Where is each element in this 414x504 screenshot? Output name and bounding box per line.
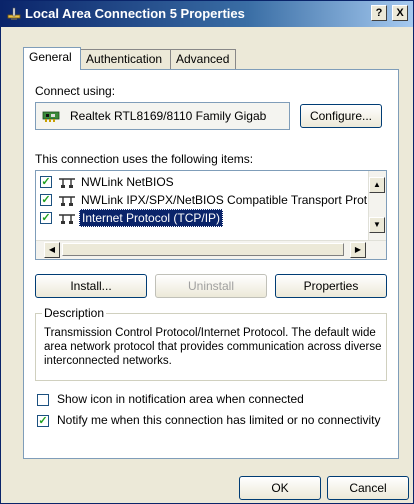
description-groupbox: Description Transmission Control Protoco… bbox=[35, 306, 387, 381]
uninstall-button[interactable]: Uninstall bbox=[155, 274, 267, 298]
item-checkbox[interactable]: ✓ bbox=[40, 176, 52, 188]
show-icon-label[interactable]: Show icon in notification area when conn… bbox=[57, 392, 304, 406]
window-title: Local Area Connection 5 Properties bbox=[25, 6, 245, 21]
adapter-box: Realtek RTL8169/8110 Family Gigab bbox=[35, 102, 290, 130]
scroll-up-icon[interactable]: ▲ bbox=[369, 177, 385, 193]
network-card-icon bbox=[42, 111, 60, 122]
configure-button[interactable]: Configure... bbox=[300, 104, 382, 128]
notify-label[interactable]: Notify me when this connection has limit… bbox=[57, 413, 381, 427]
item-checkbox[interactable]: ✓ bbox=[40, 194, 52, 206]
notify-checkbox[interactable]: ✓ bbox=[37, 415, 49, 427]
scroll-right-icon[interactable]: ▶ bbox=[350, 242, 366, 258]
connect-using-label: Connect using: bbox=[35, 84, 116, 98]
item-label: Internet Protocol (TCP/IP) bbox=[79, 209, 224, 227]
list-item[interactable]: ✓ NWLink IPX/SPX/NetBIOS Compatible Tran… bbox=[36, 191, 368, 208]
network-connection-icon bbox=[7, 7, 21, 20]
scroll-thumb[interactable] bbox=[62, 243, 344, 256]
show-icon-checkbox[interactable] bbox=[37, 394, 49, 406]
scroll-left-icon[interactable]: ◀ bbox=[44, 242, 60, 258]
help-button[interactable]: ? bbox=[371, 5, 387, 21]
items-label: This connection uses the following items… bbox=[35, 152, 254, 166]
title-bar[interactable]: Local Area Connection 5 Properties ? X bbox=[1, 1, 413, 27]
network-protocol-icon bbox=[59, 178, 75, 188]
properties-button-label: Properties bbox=[303, 279, 359, 293]
adapter-name: Realtek RTL8169/8110 Family Gigab bbox=[70, 109, 267, 123]
install-button-label: Install... bbox=[70, 279, 112, 293]
ok-button-label: OK bbox=[271, 481, 289, 495]
scroll-down-icon[interactable]: ▼ bbox=[369, 217, 385, 233]
cancel-button-label: Cancel bbox=[349, 481, 387, 495]
properties-dialog: Local Area Connection 5 Properties ? X G… bbox=[0, 0, 414, 504]
item-label: NWLink IPX/SPX/NetBIOS Compatible Transp… bbox=[81, 193, 368, 207]
install-button[interactable]: Install... bbox=[35, 274, 147, 298]
vertical-scrollbar[interactable]: ▲ ▼ bbox=[368, 171, 386, 241]
items-list[interactable]: ✓ NWLink NetBIOS ✓ NWLink IPX/SPX/NetBIO… bbox=[35, 170, 387, 260]
tab-general[interactable]: General bbox=[23, 47, 81, 70]
network-protocol-icon bbox=[59, 196, 75, 206]
item-label: NWLink NetBIOS bbox=[81, 175, 174, 189]
cancel-button[interactable]: Cancel bbox=[327, 476, 409, 500]
tab-authentication[interactable]: Authentication bbox=[80, 49, 171, 69]
configure-button-label: Configure... bbox=[309, 109, 373, 123]
list-item-selected[interactable]: ✓ Internet Protocol (TCP/IP) bbox=[36, 209, 368, 227]
network-protocol-icon bbox=[59, 214, 75, 224]
item-checkbox[interactable]: ✓ bbox=[40, 212, 52, 224]
ok-button[interactable]: OK bbox=[239, 476, 321, 500]
description-text: Transmission Control Protocol/Internet P… bbox=[44, 327, 382, 367]
description-label: Description bbox=[42, 306, 107, 320]
general-tab-panel: Connect using: Realtek RTL8169/8110 Fami… bbox=[23, 69, 399, 459]
properties-button[interactable]: Properties bbox=[275, 274, 387, 298]
tab-advanced[interactable]: Advanced bbox=[170, 49, 236, 69]
close-button[interactable]: X bbox=[392, 5, 408, 21]
horizontal-scrollbar[interactable]: ◀ ▶ bbox=[36, 240, 386, 259]
uninstall-button-label: Uninstall bbox=[187, 279, 235, 293]
list-item[interactable]: ✓ NWLink NetBIOS bbox=[36, 173, 368, 190]
